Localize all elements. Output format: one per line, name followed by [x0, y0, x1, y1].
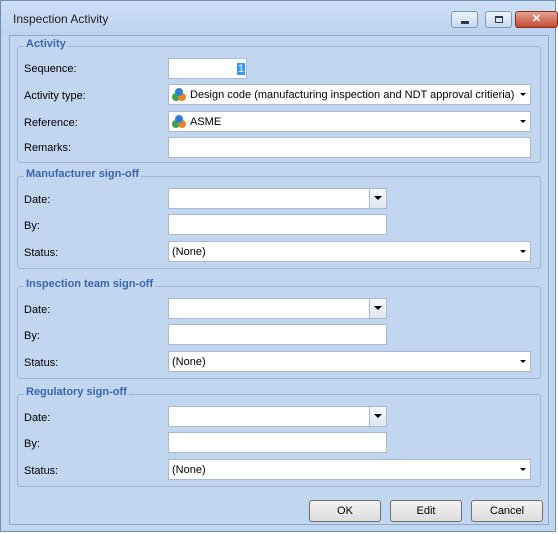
manufacturer-by-input[interactable] [168, 214, 387, 235]
cancel-button[interactable]: Cancel [471, 500, 543, 522]
activity-type-label: Activity type: [24, 90, 86, 102]
inspection-by-label: By: [24, 330, 40, 342]
close-button[interactable]: ✕ [515, 11, 558, 28]
regulatory-status-label: Status: [24, 465, 59, 477]
regulatory-status-select[interactable]: (None) [168, 459, 531, 480]
dialog-body: Activity Sequence: 1 Activity type: Desi… [9, 35, 549, 525]
minimize-button[interactable] [451, 11, 478, 28]
activity-group-title: Activity [24, 38, 68, 50]
sequence-value: 1 [237, 63, 246, 75]
manufacturer-status-label: Status: [24, 247, 59, 259]
inspection-status-value: (None) [172, 356, 206, 368]
regulatory-date-picker[interactable] [168, 406, 387, 427]
manufacturer-status-value: (None) [172, 246, 206, 258]
regulatory-date-label: Date: [24, 412, 51, 424]
manufacturer-group-title: Manufacturer sign-off [24, 168, 142, 180]
inspection-activity-window: Inspection Activity ✕ Activity Sequence:… [0, 0, 558, 532]
maximize-icon [495, 16, 503, 23]
remarks-label: Remarks: [24, 142, 72, 154]
calendar-dropdown-icon[interactable] [369, 189, 386, 208]
chevron-down-icon[interactable] [518, 356, 528, 366]
inspection-date-picker[interactable] [168, 298, 387, 319]
sequence-label: Sequence: [24, 63, 77, 75]
chevron-down-icon[interactable] [518, 464, 528, 474]
minimize-icon [461, 21, 469, 24]
regulatory-by-label: By: [24, 438, 40, 450]
edit-button[interactable]: Edit [390, 500, 462, 522]
inspection-date-label: Date: [24, 304, 51, 316]
manufacturer-date-label: Date: [24, 194, 51, 206]
inspection-status-select[interactable]: (None) [168, 351, 531, 372]
chevron-down-icon[interactable] [518, 89, 528, 99]
chevron-down-icon[interactable] [518, 246, 528, 256]
inspection-by-input[interactable] [168, 324, 387, 345]
window-title: Inspection Activity [13, 12, 109, 26]
regulatory-group-title: Regulatory sign-off [24, 386, 129, 398]
calendar-dropdown-icon[interactable] [369, 407, 386, 426]
calendar-dropdown-icon[interactable] [369, 299, 386, 318]
shapes-icon [172, 88, 186, 101]
chevron-down-icon[interactable] [518, 116, 528, 126]
close-icon: ✕ [531, 13, 542, 25]
regulatory-status-value: (None) [172, 464, 206, 476]
activity-type-select[interactable]: Design code (manufacturing inspection an… [168, 84, 531, 105]
remarks-input[interactable] [168, 137, 531, 158]
reference-value: ASME [190, 116, 222, 128]
activity-type-value: Design code (manufacturing inspection an… [190, 89, 515, 101]
maximize-button[interactable] [485, 11, 512, 28]
manufacturer-status-select[interactable]: (None) [168, 241, 531, 262]
reference-label: Reference: [24, 117, 78, 129]
manufacturer-date-picker[interactable] [168, 188, 387, 209]
shapes-icon [172, 115, 186, 128]
inspection-team-group-title: Inspection team sign-off [24, 278, 156, 290]
sequence-input[interactable]: 1 [168, 58, 247, 79]
ok-button[interactable]: OK [309, 500, 381, 522]
manufacturer-by-label: By: [24, 220, 40, 232]
inspection-status-label: Status: [24, 357, 59, 369]
reference-select[interactable]: ASME [168, 111, 531, 132]
title-bar[interactable]: Inspection Activity ✕ [1, 1, 558, 35]
regulatory-by-input[interactable] [168, 432, 387, 453]
